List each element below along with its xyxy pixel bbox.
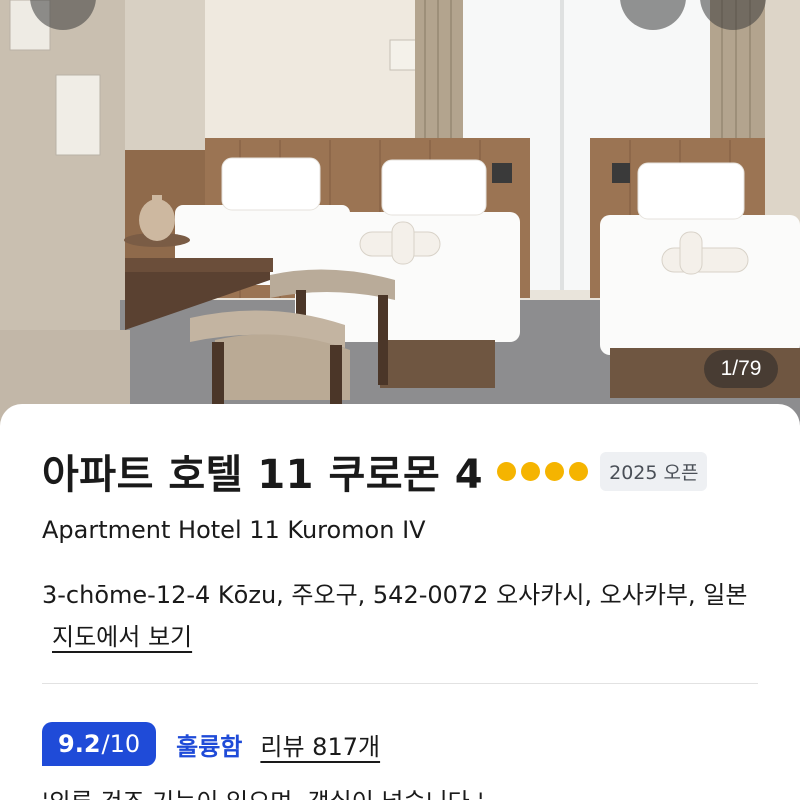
hotel-name: 아파트 호텔 11 쿠로몬 4	[42, 452, 484, 498]
divider	[42, 683, 758, 684]
star-rating	[497, 461, 589, 481]
review-scale: /10	[101, 730, 141, 758]
view-on-map-link[interactable]: 지도에서 보기	[52, 623, 192, 651]
hotel-name-english: Apartment Hotel 11 Kuromon IV	[42, 516, 426, 544]
photo-counter: 1/79	[704, 350, 778, 388]
open-year-badge: 2025 오픈	[600, 451, 708, 491]
review-score-badge: 9.2/10	[42, 722, 157, 766]
hotel-address: 3-chōme-12-4 Kōzu, 주오구, 542-0072 오사카시, 오…	[42, 574, 762, 658]
star-icon	[521, 461, 541, 481]
room-illustration	[0, 0, 800, 430]
star-icon	[569, 461, 589, 481]
review-highlight: '의류 건조 기능이 있으며, 객실이 넓습니다.'	[42, 782, 484, 800]
star-icon	[545, 461, 565, 481]
review-count-link[interactable]: 리뷰 817개	[260, 727, 380, 762]
star-icon	[497, 461, 517, 481]
review-score: 9.2	[58, 730, 101, 758]
rating-label: 훌륭함	[176, 732, 243, 761]
hotel-photo[interactable]: 1/79	[0, 0, 800, 430]
address-text: 3-chōme-12-4 Kōzu, 주오구, 542-0072 오사카시, 오…	[42, 581, 748, 609]
hotel-info-sheet: 아파트 호텔 11 쿠로몬 4 2025 오픈 Apartment Hotel …	[0, 404, 800, 800]
title-row: 아파트 호텔 11 쿠로몬 4 2025 오픈	[42, 442, 708, 500]
rating-row: 9.2/10 훌륭함 리뷰 817개	[42, 722, 380, 766]
